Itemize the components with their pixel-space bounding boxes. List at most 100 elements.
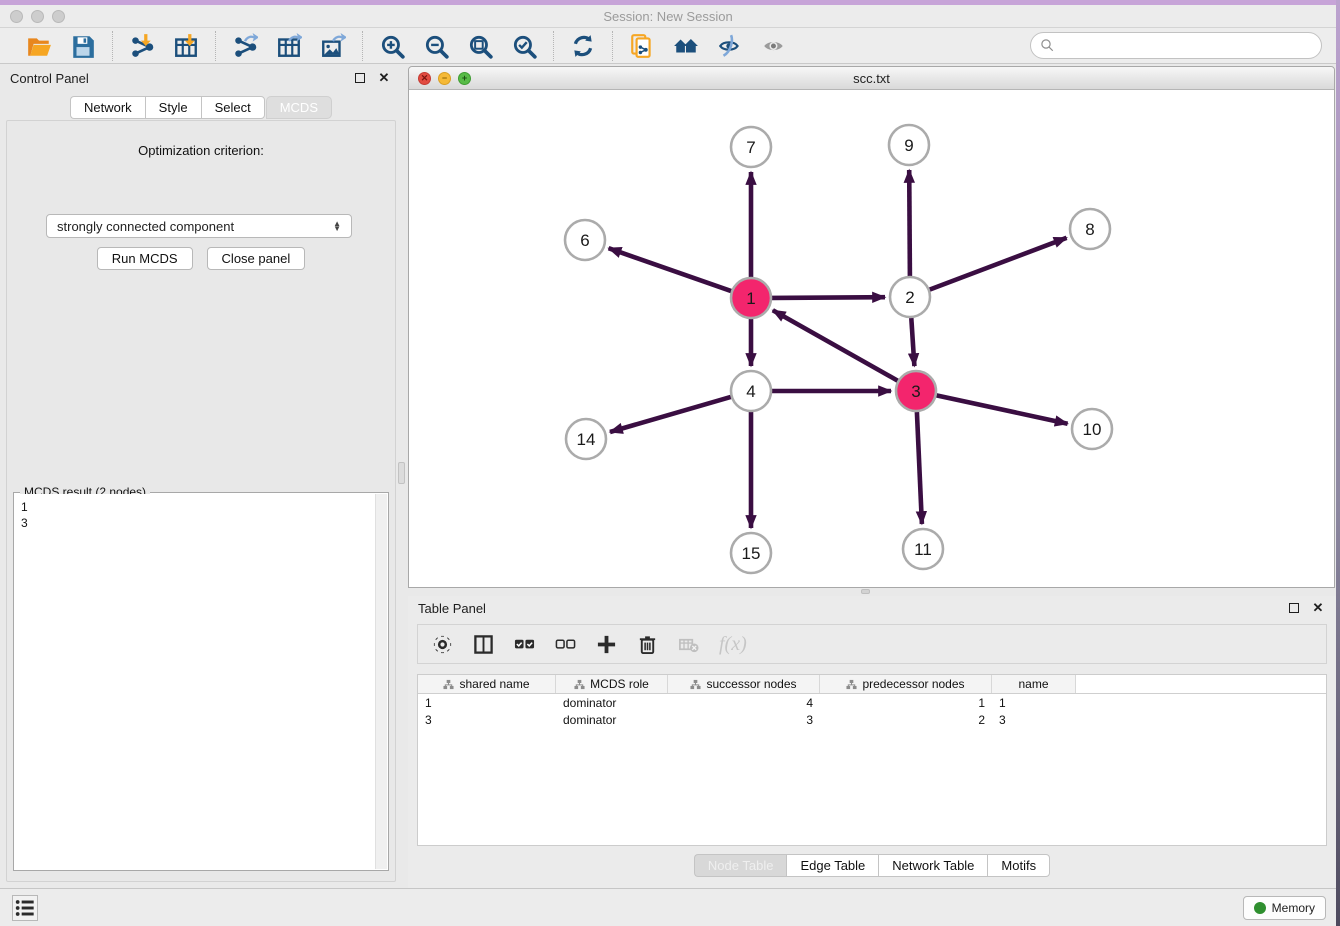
control-panel-title: Control Panel (10, 71, 344, 86)
show-graphics-icon[interactable] (759, 31, 789, 61)
tab-mcds[interactable]: MCDS (266, 96, 332, 119)
search-box[interactable] (1030, 32, 1322, 59)
edge-2-3[interactable] (911, 318, 914, 366)
mcds-result-list[interactable]: 13 (15, 494, 375, 869)
cell-successor-nodes: 3 (668, 713, 820, 727)
edge-2-9[interactable] (909, 170, 910, 276)
hide-graphics-icon[interactable] (715, 31, 745, 61)
mcds-result-scrollbar[interactable] (375, 494, 387, 869)
cell-successor-nodes: 4 (668, 696, 820, 710)
node-9[interactable]: 9 (889, 125, 929, 165)
tab-node-table[interactable]: Node Table (694, 854, 787, 877)
svg-text:6: 6 (580, 231, 589, 250)
node-7[interactable]: 7 (731, 127, 771, 167)
tab-style[interactable]: Style (145, 96, 201, 119)
clone-network-icon[interactable] (627, 31, 657, 61)
cell-name: 1 (992, 696, 1076, 710)
export-table-icon[interactable] (274, 31, 304, 61)
search-input[interactable] (1061, 38, 1312, 53)
column-header-successor-nodes[interactable]: successor nodes (668, 675, 820, 693)
zoom-fit-icon[interactable] (465, 31, 495, 61)
network-canvas[interactable]: 7 9 6 8 1 2 4 3 14 10 15 11 (410, 90, 1334, 587)
open-session-icon[interactable] (24, 31, 54, 61)
network-view-window: ✕ − + scc.txt 7 9 6 8 1 2 4 3 14 10 (408, 66, 1335, 588)
export-network-icon[interactable] (230, 31, 260, 61)
node-2[interactable]: 2 (890, 277, 930, 317)
mcds-result-node: 1 (21, 499, 369, 515)
table-row[interactable]: 1dominator411 (418, 694, 1326, 711)
import-table-icon[interactable] (171, 31, 201, 61)
tab-network[interactable]: Network (70, 96, 145, 119)
deselect-all-icon[interactable] (555, 634, 576, 655)
app-title: Session: New Session (0, 9, 1336, 24)
attribute-icon (846, 679, 857, 690)
table-tabs: Node TableEdge TableNetwork TableMotifs (408, 854, 1336, 877)
column-header-predecessor-nodes[interactable]: predecessor nodes (820, 675, 992, 693)
vertical-splitter-handle[interactable] (398, 462, 405, 484)
network-minimize-button[interactable]: − (438, 72, 451, 85)
import-network-icon[interactable] (127, 31, 157, 61)
node-14[interactable]: 14 (566, 419, 606, 459)
node-3[interactable]: 3 (896, 371, 936, 411)
delete-icon[interactable] (637, 634, 658, 655)
column-header-name[interactable]: name (992, 675, 1076, 693)
task-history-button[interactable] (12, 895, 38, 921)
optimization-label: Optimization criterion: (7, 143, 395, 158)
table-row[interactable]: 3dominator323 (418, 711, 1326, 728)
zoom-out-icon[interactable] (421, 31, 451, 61)
attribute-icon (574, 679, 585, 690)
function-icon: f(x) (719, 633, 747, 656)
control-panel: Control Panel ✕ NetworkStyleSelectMCDS O… (0, 66, 402, 888)
table-header-row: shared name MCDS role successor nodes pr… (418, 675, 1326, 694)
network-window-titlebar[interactable]: ✕ − + scc.txt (409, 67, 1334, 90)
memory-status-icon (1254, 902, 1266, 914)
memory-button[interactable]: Memory (1243, 896, 1326, 920)
close-panel-icon[interactable]: ✕ (376, 70, 392, 86)
edge-3-11[interactable] (917, 412, 922, 524)
close-panel-button[interactable]: Close panel (207, 247, 306, 270)
edge-2-8[interactable] (930, 238, 1067, 290)
node-10[interactable]: 10 (1072, 409, 1112, 449)
home-icon[interactable] (671, 31, 701, 61)
node-4[interactable]: 4 (731, 371, 771, 411)
refresh-icon[interactable] (568, 31, 598, 61)
export-image-icon[interactable] (318, 31, 348, 61)
node-1[interactable]: 1 (731, 278, 771, 318)
edge-4-14[interactable] (610, 397, 731, 432)
horizontal-splitter-handle[interactable] (861, 589, 870, 594)
tab-select[interactable]: Select (201, 96, 265, 119)
float-panel-icon[interactable] (352, 70, 368, 86)
svg-text:4: 4 (746, 382, 755, 401)
column-header-MCDS-role[interactable]: MCDS role (556, 675, 668, 693)
edge-3-10[interactable] (937, 395, 1068, 423)
cell-MCDS-role: dominator (556, 696, 668, 710)
zoom-selected-icon[interactable] (509, 31, 539, 61)
tab-motifs[interactable]: Motifs (987, 854, 1050, 877)
edge-3-1[interactable] (773, 310, 898, 380)
run-mcds-button[interactable]: Run MCDS (97, 247, 193, 270)
node-15[interactable]: 15 (731, 533, 771, 573)
network-maximize-button[interactable]: + (458, 72, 471, 85)
edge-1-2[interactable] (772, 297, 885, 298)
network-close-button[interactable]: ✕ (418, 72, 431, 85)
column-header-shared-name[interactable]: shared name (418, 675, 556, 693)
optimization-select[interactable]: strongly connected component ▲▼ (46, 214, 352, 238)
node-11[interactable]: 11 (903, 529, 943, 569)
save-session-icon[interactable] (68, 31, 98, 61)
gear-icon[interactable] (432, 634, 453, 655)
add-icon[interactable] (596, 634, 617, 655)
table-toolbar: f(x) (417, 624, 1327, 664)
svg-text:11: 11 (914, 540, 932, 559)
select-all-icon[interactable] (514, 634, 535, 655)
tab-network-table[interactable]: Network Table (878, 854, 987, 877)
node-6[interactable]: 6 (565, 220, 605, 260)
columns-icon[interactable] (473, 634, 494, 655)
background-window-top-edge (0, 0, 1340, 5)
svg-text:3: 3 (911, 382, 920, 401)
node-8[interactable]: 8 (1070, 209, 1110, 249)
table-float-panel-icon[interactable] (1286, 600, 1302, 616)
edge-1-6[interactable] (609, 248, 732, 291)
table-close-panel-icon[interactable]: ✕ (1310, 600, 1326, 616)
tab-edge-table[interactable]: Edge Table (786, 854, 878, 877)
zoom-in-icon[interactable] (377, 31, 407, 61)
